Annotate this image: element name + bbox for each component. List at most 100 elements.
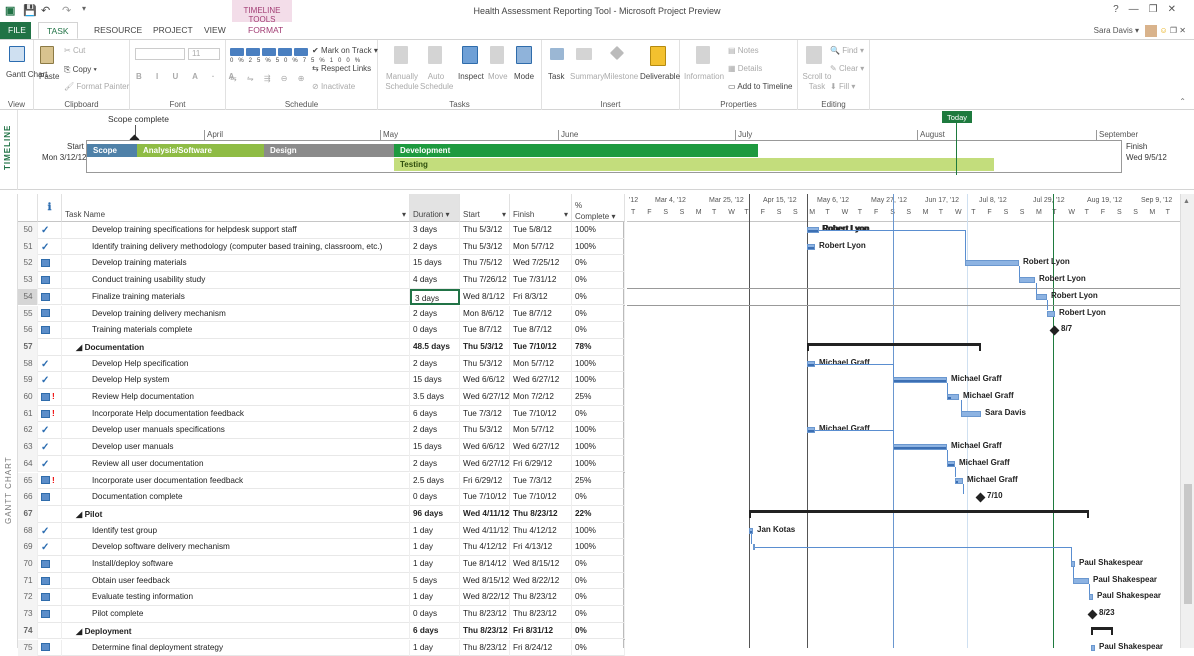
close-icon[interactable]: ✕ — [1168, 4, 1186, 15]
dependency-link[interactable] — [751, 534, 752, 545]
table-row[interactable]: 69✓Develop software delivery mechanism1 … — [18, 539, 625, 556]
finish-cell[interactable]: Tue 7/10/12 — [510, 339, 572, 356]
help-icon[interactable]: ? — [1113, 4, 1129, 15]
row-id[interactable]: 74 — [18, 623, 38, 640]
task-name-cell[interactable]: Incorporate Help documentation feedback — [62, 406, 410, 423]
finish-cell[interactable]: Wed 6/27/12 — [510, 439, 572, 456]
table-row[interactable]: 50✓Develop training specifications for h… — [18, 222, 625, 239]
dependency-link[interactable] — [947, 450, 948, 461]
start-cell[interactable]: Tue 8/7/12 — [460, 322, 510, 339]
paste-icon[interactable] — [40, 46, 54, 64]
table-row[interactable]: 61!Incorporate Help documentation feedba… — [18, 406, 625, 423]
duration-cell[interactable]: 3.5 days — [410, 389, 460, 406]
dependency-link[interactable] — [1089, 584, 1090, 595]
milestone-button[interactable]: Milestone — [604, 72, 638, 81]
collapse-ribbon-icon[interactable]: ⌃ — [1179, 97, 1186, 106]
deliverable-icon[interactable] — [650, 46, 666, 66]
indicator-cell[interactable] — [38, 589, 62, 606]
summary-bar[interactable] — [1091, 627, 1113, 630]
start-cell[interactable]: Wed 6/6/12 — [460, 372, 510, 389]
indicator-cell[interactable] — [38, 506, 62, 523]
finish-cell[interactable]: Thu 4/12/12 — [510, 523, 572, 540]
complete-cell[interactable]: 0% — [572, 406, 625, 423]
milestone-diamond[interactable] — [1088, 610, 1098, 620]
table-row[interactable]: 58✓Develop Help specification2 daysThu 5… — [18, 356, 625, 373]
timeline-bar-design[interactable]: Design — [264, 144, 394, 157]
move-icon[interactable] — [490, 46, 504, 64]
indicator-cell[interactable]: ✓ — [38, 422, 62, 439]
header-finish[interactable]: Finish▾ — [510, 194, 572, 222]
timeline-bar-development[interactable]: Development — [394, 144, 758, 157]
finish-cell[interactable]: Tue 8/7/12 — [510, 322, 572, 339]
indicator-cell[interactable] — [38, 339, 62, 356]
user-name[interactable]: Sara Davis — [1094, 26, 1133, 35]
finish-cell[interactable]: Fri 4/13/12 — [510, 539, 572, 556]
window-controls[interactable]: ?—❐✕ — [1113, 4, 1186, 15]
font-name-box[interactable] — [135, 48, 185, 60]
duration-cell[interactable]: 0 days — [410, 322, 460, 339]
header-info-icon[interactable]: ℹ — [38, 194, 62, 222]
task-name-cell[interactable]: Develop software delivery mechanism — [62, 539, 410, 556]
indicator-cell[interactable] — [38, 606, 62, 623]
summary-cap[interactable] — [749, 510, 751, 518]
pct-0-icon[interactable] — [230, 48, 244, 56]
complete-cell[interactable]: 100% — [572, 539, 625, 556]
task-bar[interactable] — [1089, 594, 1093, 600]
task-bar[interactable] — [1047, 311, 1055, 317]
task-bar[interactable] — [807, 427, 815, 433]
task-name-cell[interactable]: Documentation complete — [62, 489, 410, 506]
indicator-cell[interactable]: ! — [38, 389, 62, 406]
row-id[interactable]: 68 — [18, 523, 38, 540]
start-cell[interactable]: Fri 6/29/12 — [460, 473, 510, 490]
summary-cap[interactable] — [807, 343, 809, 351]
duration-cell[interactable]: 48.5 days — [410, 339, 460, 356]
table-row[interactable]: 65!Incorporate user documentation feedba… — [18, 473, 625, 490]
summary-cap[interactable] — [1087, 510, 1089, 518]
indicator-cell[interactable] — [38, 322, 62, 339]
respect-links-button[interactable]: ⇆ Respect Links — [312, 64, 371, 73]
close-doc-icon[interactable]: ✕ — [1179, 26, 1186, 35]
task-name-cell[interactable]: Review Help documentation — [62, 389, 410, 406]
header-task-name[interactable]: Task Name▾ — [62, 194, 410, 222]
mode-icon[interactable] — [516, 46, 532, 64]
milestone-diamond[interactable] — [1050, 326, 1060, 336]
start-cell[interactable]: Thu 4/12/12 — [460, 539, 510, 556]
start-cell[interactable]: Thu 5/3/12 — [460, 222, 510, 239]
start-cell[interactable]: Thu 8/23/12 — [460, 606, 510, 623]
start-cell[interactable]: Wed 8/1/12 — [460, 289, 510, 306]
date-line[interactable] — [807, 194, 808, 648]
complete-cell[interactable]: 0% — [572, 623, 625, 640]
duration-cell[interactable]: 3 days — [410, 289, 460, 306]
milestone-diamond[interactable] — [976, 493, 986, 503]
summary-bar[interactable] — [749, 510, 1089, 513]
information-button[interactable]: Information — [684, 72, 724, 81]
task-bar[interactable] — [947, 461, 955, 467]
indicator-cell[interactable]: ✓ — [38, 222, 62, 239]
indicator-cell[interactable] — [38, 573, 62, 590]
duration-cell[interactable]: 2 days — [410, 239, 460, 256]
row-id[interactable]: 51 — [18, 239, 38, 256]
task-name-cell[interactable]: ◢ Documentation — [62, 339, 410, 356]
task-name-cell[interactable]: Identify test group — [62, 523, 410, 540]
mark-on-track-button[interactable]: ✔ Mark on Track ▾ — [312, 46, 378, 55]
copy-button[interactable]: ⎘ Copy ▾ — [64, 65, 97, 75]
row-id[interactable]: 59 — [18, 372, 38, 389]
complete-cell[interactable]: 100% — [572, 422, 625, 439]
duration-cell[interactable]: 2 days — [410, 356, 460, 373]
indicator-cell[interactable] — [38, 255, 62, 272]
header-duration[interactable]: Duration ▾ — [410, 194, 460, 222]
complete-cell[interactable]: 0% — [572, 255, 625, 272]
restore-icon[interactable]: ❐ — [1149, 4, 1168, 15]
row-id[interactable]: 56 — [18, 322, 38, 339]
table-row[interactable]: 63✓Develop user manuals15 daysWed 6/6/12… — [18, 439, 625, 456]
duration-cell[interactable]: 2 days — [410, 422, 460, 439]
table-row[interactable]: 51✓Identify training delivery methodolog… — [18, 239, 625, 256]
complete-cell[interactable]: 0% — [572, 306, 625, 323]
start-cell[interactable]: Wed 6/6/12 — [460, 439, 510, 456]
finish-cell[interactable]: Thu 8/23/12 — [510, 506, 572, 523]
duration-cell[interactable]: 15 days — [410, 255, 460, 272]
table-row[interactable]: 72Evaluate testing information1 dayWed 8… — [18, 589, 625, 606]
complete-cell[interactable]: 0% — [572, 272, 625, 289]
summary-button[interactable]: Summary — [570, 72, 604, 81]
row-id[interactable]: 53 — [18, 272, 38, 289]
